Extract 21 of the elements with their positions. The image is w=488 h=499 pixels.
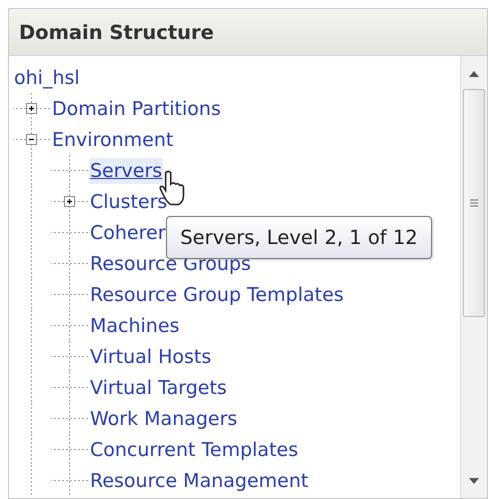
scrollbar[interactable]	[460, 56, 487, 498]
tooltip: Servers, Level 2, 1 of 12	[166, 216, 432, 259]
expand-icon[interactable]	[26, 103, 37, 114]
panel-title: Domain Structure	[19, 20, 214, 44]
scroll-thumb[interactable]	[463, 89, 485, 317]
tree-item[interactable]: Environment	[51, 126, 174, 152]
expand-icon[interactable]	[64, 196, 75, 207]
collapse-icon[interactable]	[26, 134, 37, 145]
tree-item[interactable]: Resource Management	[89, 468, 310, 494]
scroll-up-icon[interactable]	[469, 71, 479, 77]
tree-item[interactable]: Concurrent Templates	[89, 436, 300, 462]
tree-item[interactable]: Work Managers	[89, 406, 238, 432]
tree-item[interactable]: Resource Group Templates	[89, 282, 345, 308]
scroll-down-icon[interactable]	[469, 478, 479, 484]
tree-item[interactable]: Servers	[89, 158, 164, 184]
tree-item[interactable]: Virtual Targets	[89, 374, 228, 400]
tree-item[interactable]: Domain Partitions	[51, 96, 222, 122]
tree-item[interactable]: Coherer	[89, 220, 167, 246]
tree-item[interactable]: ohi_hsl	[13, 64, 81, 90]
tree-item[interactable]: Machines	[89, 312, 180, 338]
tree-item[interactable]: Virtual Hosts	[89, 344, 212, 370]
